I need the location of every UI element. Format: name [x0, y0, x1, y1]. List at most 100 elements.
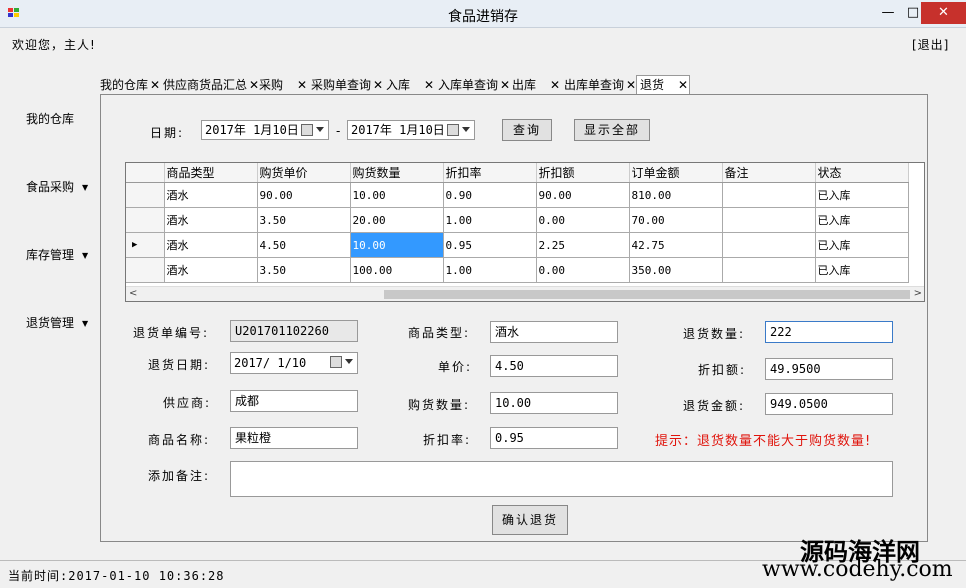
logout-link[interactable]: [退出] — [912, 36, 949, 53]
cell[interactable]: 已入库 — [815, 182, 909, 208]
cell[interactable]: 3.50 — [257, 207, 351, 233]
cell[interactable]: 酒水 — [164, 207, 258, 233]
row-header[interactable] — [126, 182, 165, 208]
minimize-button[interactable]: — — [876, 2, 900, 24]
cell[interactable]: 酒水 — [164, 182, 258, 208]
tab-stock-out-query[interactable]: 出库单查询 ✕ — [564, 76, 636, 94]
nav-food-purchase[interactable]: 食品采购 ▼ — [26, 178, 88, 195]
cell[interactable]: 酒水 — [164, 232, 258, 258]
close-icon[interactable]: ✕ — [249, 78, 259, 92]
close-icon[interactable]: ✕ — [424, 78, 434, 92]
calendar-icon[interactable] — [301, 124, 313, 136]
return-amt-field[interactable]: 949.0500 — [765, 393, 893, 415]
date-from-picker[interactable]: 2017年 1月10日 — [201, 120, 329, 140]
scroll-left-icon[interactable]: < — [129, 288, 137, 299]
cell[interactable]: 3.50 — [257, 257, 351, 283]
current-row-arrow-icon[interactable]: ▶ — [126, 232, 165, 258]
cell[interactable]: 350.00 — [629, 257, 723, 283]
cell[interactable]: 20.00 — [350, 207, 444, 233]
column-header[interactable]: 状态 — [815, 163, 909, 183]
note-textarea[interactable] — [230, 461, 893, 497]
column-header[interactable]: 折扣率 — [443, 163, 537, 183]
close-icon[interactable]: ✕ — [626, 78, 636, 92]
close-icon[interactable]: ✕ — [678, 78, 688, 92]
column-header[interactable]: 备注 — [722, 163, 816, 183]
close-icon[interactable]: ✕ — [500, 78, 510, 92]
cell[interactable] — [722, 182, 816, 208]
supplier-field[interactable]: 成都 — [230, 390, 358, 412]
nav-my-warehouse[interactable]: 我的仓库 — [26, 110, 74, 127]
product-name-field[interactable]: 果粒橙 — [230, 427, 358, 449]
purchase-grid[interactable]: 商品类型 购货单价 购货数量 折扣率 折扣额 订单金额 备注 状态 酒水 90.… — [125, 162, 925, 302]
row-header[interactable] — [126, 207, 165, 233]
selected-cell[interactable]: 10.00 — [350, 232, 444, 258]
query-button[interactable]: 查询 — [502, 119, 552, 141]
close-icon[interactable]: ✕ — [550, 78, 560, 92]
cell[interactable]: 4.50 — [257, 232, 351, 258]
nav-inventory[interactable]: 库存管理 ▼ — [26, 246, 88, 263]
cell[interactable]: 100.00 — [350, 257, 444, 283]
column-header[interactable]: 购货单价 — [257, 163, 351, 183]
tab-supplier-summary[interactable]: 供应商货品汇总 ✕ — [163, 76, 259, 94]
column-header[interactable]: 订单金额 — [629, 163, 723, 183]
tab-stock-in[interactable]: 入库 ✕ — [386, 76, 436, 94]
close-icon[interactable]: ✕ — [297, 78, 307, 92]
cell[interactable]: 2.25 — [536, 232, 630, 258]
discount-rate-field[interactable]: 0.95 — [490, 427, 618, 449]
scrollbar-thumb[interactable] — [384, 290, 910, 299]
return-date-picker[interactable]: 2017/ 1/10 — [230, 352, 358, 374]
nav-returns[interactable]: 退货管理 ▼ — [26, 314, 88, 331]
cell[interactable]: 90.00 — [536, 182, 630, 208]
cell[interactable]: 810.00 — [629, 182, 723, 208]
tab-stock-out[interactable]: 出库 ✕ — [512, 76, 562, 94]
tab-purchase[interactable]: 采购 ✕ — [259, 76, 309, 94]
cell[interactable]: 42.75 — [629, 232, 723, 258]
cell[interactable]: 0.90 — [443, 182, 537, 208]
table-row[interactable]: 酒水 90.00 10.00 0.90 90.00 810.00 已入库 — [126, 182, 909, 208]
cell[interactable]: 已入库 — [815, 207, 909, 233]
cell[interactable]: 酒水 — [164, 257, 258, 283]
close-icon[interactable]: ✕ — [150, 78, 160, 92]
chevron-down-icon[interactable] — [345, 359, 353, 364]
table-row[interactable]: 酒水 3.50 20.00 1.00 0.00 70.00 已入库 — [126, 207, 909, 233]
table-row[interactable]: 酒水 3.50 100.00 1.00 0.00 350.00 已入库 — [126, 257, 909, 283]
cell[interactable]: 90.00 — [257, 182, 351, 208]
return-no-field[interactable]: U201701102260 — [230, 320, 358, 342]
chevron-down-icon[interactable] — [316, 127, 324, 132]
cell[interactable] — [722, 207, 816, 233]
cell[interactable]: 0.00 — [536, 207, 630, 233]
tab-returns[interactable]: 退货 ✕ — [636, 75, 690, 95]
column-header[interactable]: 购货数量 — [350, 163, 444, 183]
purchase-qty-field[interactable]: 10.00 — [490, 392, 618, 414]
calendar-icon[interactable] — [447, 124, 459, 136]
cell[interactable]: 0.00 — [536, 257, 630, 283]
tab-my-warehouse[interactable]: 我的仓库 ✕ — [100, 76, 160, 94]
column-header[interactable]: 折扣额 — [536, 163, 630, 183]
cell[interactable]: 0.95 — [443, 232, 537, 258]
cell[interactable]: 10.00 — [350, 182, 444, 208]
price-field[interactable]: 4.50 — [490, 355, 618, 377]
confirm-return-button[interactable]: 确认退货 — [492, 505, 568, 535]
show-all-button[interactable]: 显示全部 — [574, 119, 650, 141]
calendar-icon[interactable] — [330, 356, 342, 368]
column-header[interactable]: 商品类型 — [164, 163, 258, 183]
scroll-right-icon[interactable]: > — [914, 288, 922, 299]
tab-purchase-query[interactable]: 采购单查询 ✕ — [311, 76, 383, 94]
tab-stock-in-query[interactable]: 入库单查询 ✕ — [438, 76, 510, 94]
cell[interactable]: 已入库 — [815, 232, 909, 258]
chevron-down-icon[interactable] — [462, 127, 470, 132]
horizontal-scrollbar[interactable]: < > — [126, 286, 924, 301]
row-header[interactable] — [126, 257, 165, 283]
cell[interactable]: 70.00 — [629, 207, 723, 233]
cell[interactable]: 1.00 — [443, 207, 537, 233]
cell[interactable] — [722, 257, 816, 283]
discount-amt-field[interactable]: 49.9500 — [765, 358, 893, 380]
close-icon[interactable]: ✕ — [373, 78, 383, 92]
cell[interactable]: 已入库 — [815, 257, 909, 283]
product-type-field[interactable]: 酒水 — [490, 321, 618, 343]
table-row-current[interactable]: ▶ 酒水 4.50 10.00 0.95 2.25 42.75 已入库 — [126, 232, 909, 258]
cell[interactable]: 1.00 — [443, 257, 537, 283]
cell[interactable] — [722, 232, 816, 258]
close-button[interactable]: ✕ — [921, 2, 966, 24]
return-qty-field[interactable]: 222 — [765, 321, 893, 343]
